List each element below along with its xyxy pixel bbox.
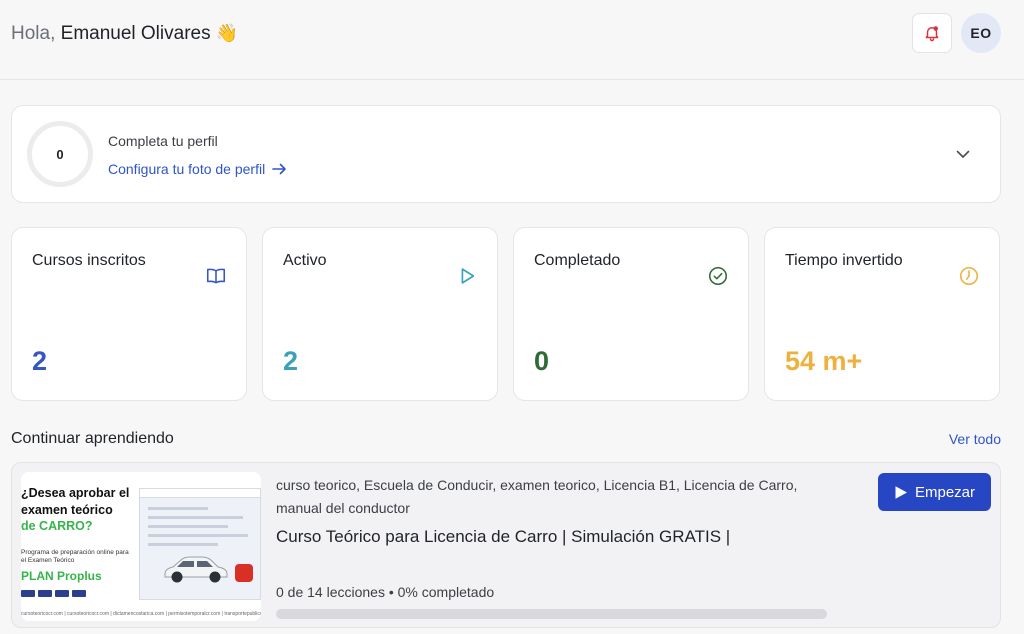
thumb-headline-1: ¿Desea aprobar el	[21, 486, 130, 500]
greeting: Hola, Emanuel Olivares 👋	[11, 22, 238, 45]
course-thumbnail[interactable]: ¿Desea aprobar el examen teórico de CARR…	[21, 472, 261, 621]
course-tags: curso teorico, Escuela de Conducir, exam…	[276, 477, 798, 516]
configure-photo-label: Configura tu foto de perfil	[108, 161, 266, 177]
stat-value: 2	[283, 346, 299, 376]
greeting-prefix: Hola,	[11, 23, 56, 44]
thumb-plan-name: PLAN Proplus	[21, 569, 102, 583]
stat-value: 0	[534, 346, 550, 376]
stat-card-enrolled: Cursos inscritos 2	[11, 227, 247, 401]
start-course-label: Empezar	[914, 483, 976, 501]
stat-label: Completado	[534, 252, 621, 269]
car-image	[164, 556, 228, 583]
course-progress-text: 0 de 14 lecciones • 0% completado	[276, 584, 495, 600]
payment-logos	[21, 590, 86, 597]
stat-label: Cursos inscritos	[32, 252, 146, 269]
stat-card-active: Activo 2	[262, 227, 498, 401]
notifications-button[interactable]	[912, 13, 952, 53]
continue-learning-title: Continuar aprendiendo	[11, 430, 174, 447]
avatar[interactable]: EO	[961, 13, 1001, 53]
see-all-link[interactable]: Ver todo	[949, 431, 1001, 447]
thumb-description: Programa de preparación online para el E…	[21, 549, 129, 564]
bell-alert-icon	[925, 26, 939, 42]
configure-photo-link[interactable]: Configura tu foto de perfil	[108, 161, 287, 177]
stat-label: Tiempo invertido	[785, 252, 903, 269]
start-course-button[interactable]: Empezar	[878, 473, 991, 511]
stat-value: 2	[32, 346, 48, 376]
user-name: Emanuel Olivares	[60, 23, 211, 44]
course-progress-bar	[276, 609, 827, 619]
profile-progress-value: 0	[56, 146, 64, 162]
arrow-right-icon	[272, 163, 287, 175]
thumb-footer: cursoteoricocr.com | cursoteoricocr.com …	[21, 611, 261, 617]
stat-value: 54 m+	[785, 346, 863, 376]
clock-icon	[959, 266, 979, 286]
thumb-headline-2: examen teórico	[21, 503, 113, 517]
course-card[interactable]: ¿Desea aprobar el examen teórico de CARR…	[11, 462, 1001, 628]
check-circle-icon	[708, 266, 728, 286]
stop-sign-image	[235, 564, 253, 582]
stat-label: Activo	[283, 252, 327, 269]
top-bar: Hola, Emanuel Olivares 👋 EO	[0, 0, 1024, 80]
stat-card-time: Tiempo invertido 54 m+	[764, 227, 1000, 401]
profile-progress-ring: 0	[27, 121, 93, 187]
book-open-icon	[206, 268, 226, 284]
play-icon	[895, 485, 907, 499]
chevron-down-icon[interactable]	[955, 146, 971, 162]
play-icon	[461, 268, 475, 284]
course-title[interactable]: Curso Teórico para Licencia de Carro | S…	[276, 527, 730, 547]
profile-completion-card[interactable]: 0 Completa tu perfil Configura tu foto d…	[11, 105, 1001, 203]
wave-emoji: 👋	[215, 23, 239, 43]
profile-title: Completa tu perfil	[108, 133, 218, 149]
thumb-headline-3: de CARRO?	[21, 519, 93, 533]
stat-card-completed: Completado 0	[513, 227, 749, 401]
